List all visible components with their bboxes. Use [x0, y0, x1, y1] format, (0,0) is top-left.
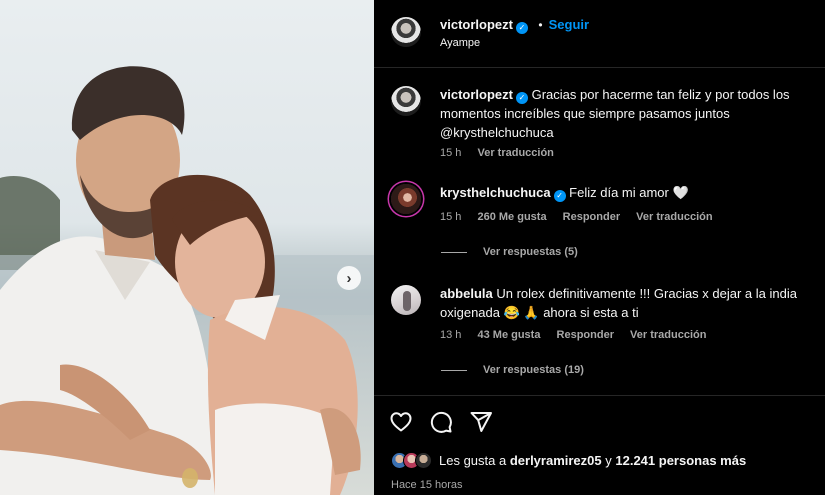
next-image-button[interactable]: › [337, 266, 361, 290]
reply-button[interactable]: Responder [557, 329, 614, 341]
comment: krysthelchuchuca ✓ Feliz día mi amor 🤍 [440, 183, 815, 202]
view-replies-button[interactable]: Ver respuestas (5) [441, 246, 578, 258]
share-icon[interactable] [469, 410, 493, 434]
comment-username[interactable]: krysthelchuchuca [440, 185, 551, 200]
comment-text: Feliz día mi amor 🤍 [569, 185, 689, 200]
caption-time[interactable]: 15 h [440, 147, 461, 159]
caption-username[interactable]: victorlopezt [440, 87, 513, 102]
likes-conjunction: y [605, 453, 612, 468]
chevron-right-icon: › [346, 269, 352, 287]
author-username[interactable]: victorlopezt [440, 17, 513, 32]
caption-avatar[interactable] [391, 86, 421, 116]
post-panel: victorlopezt ✓ • Seguir Ayampe victorlopez… [374, 0, 825, 495]
author-avatar[interactable] [391, 17, 421, 47]
actions-divider [374, 395, 825, 396]
likes-user[interactable]: derlyramirez05 [510, 453, 602, 468]
caption: victorlopezt ✓ Gracias por hacerme tan fe… [440, 85, 815, 142]
comment-avatar[interactable] [391, 184, 421, 214]
post-header: victorlopezt ✓ • Seguir [440, 16, 589, 34]
post-image: › [0, 0, 374, 495]
comment-meta: 13 h 43 Me gusta Responder Ver traducció… [440, 329, 719, 341]
header-separator: • [538, 18, 543, 32]
follow-button[interactable]: Seguir [549, 17, 589, 32]
comment: abbelula Un rolex definitivamente !!! Gr… [440, 284, 812, 322]
comment-avatar[interactable] [391, 285, 421, 315]
comment-icon[interactable] [429, 410, 453, 434]
liker-avatar [415, 452, 432, 469]
reply-button[interactable]: Responder [563, 211, 620, 223]
comment-translate-button[interactable]: Ver traducción [630, 329, 706, 341]
likes-summary[interactable]: Les gusta a derlyramirez05 y 12.241 pers… [391, 452, 746, 469]
caption-mention[interactable]: @krysthelchuchuca [440, 125, 554, 140]
likes-text: Les gusta a derlyramirez05 y 12.241 pers… [439, 453, 746, 468]
comment-likes[interactable]: 260 Me gusta [477, 211, 546, 223]
comment-username[interactable]: abbelula [440, 286, 493, 301]
heart-icon[interactable] [389, 410, 413, 434]
likes-prefix: Les gusta a [439, 453, 507, 468]
verified-badge-icon: ✓ [515, 22, 528, 34]
comment-translate-button[interactable]: Ver traducción [636, 211, 712, 223]
verified-badge-icon: ✓ [515, 92, 528, 104]
likes-count[interactable]: 12.241 personas más [615, 453, 746, 468]
post-time[interactable]: Hace 15 horas [391, 479, 463, 491]
caption-meta: 15 h Ver traducción [440, 147, 567, 159]
view-replies-button[interactable]: Ver respuestas (19) [441, 364, 584, 376]
verified-badge-icon: ✓ [553, 190, 566, 202]
comment-text: Un rolex definitivamente !!! Gracias x d… [440, 286, 797, 320]
caption-translate-button[interactable]: Ver traducción [477, 147, 553, 159]
comment-time[interactable]: 15 h [440, 211, 461, 223]
header-divider [374, 67, 825, 68]
comment-meta: 15 h 260 Me gusta Responder Ver traducci… [440, 211, 726, 223]
post-location[interactable]: Ayampe [440, 37, 480, 49]
couple-photo [0, 66, 374, 495]
comment-time[interactable]: 13 h [440, 329, 461, 341]
comment-likes[interactable]: 43 Me gusta [477, 329, 540, 341]
